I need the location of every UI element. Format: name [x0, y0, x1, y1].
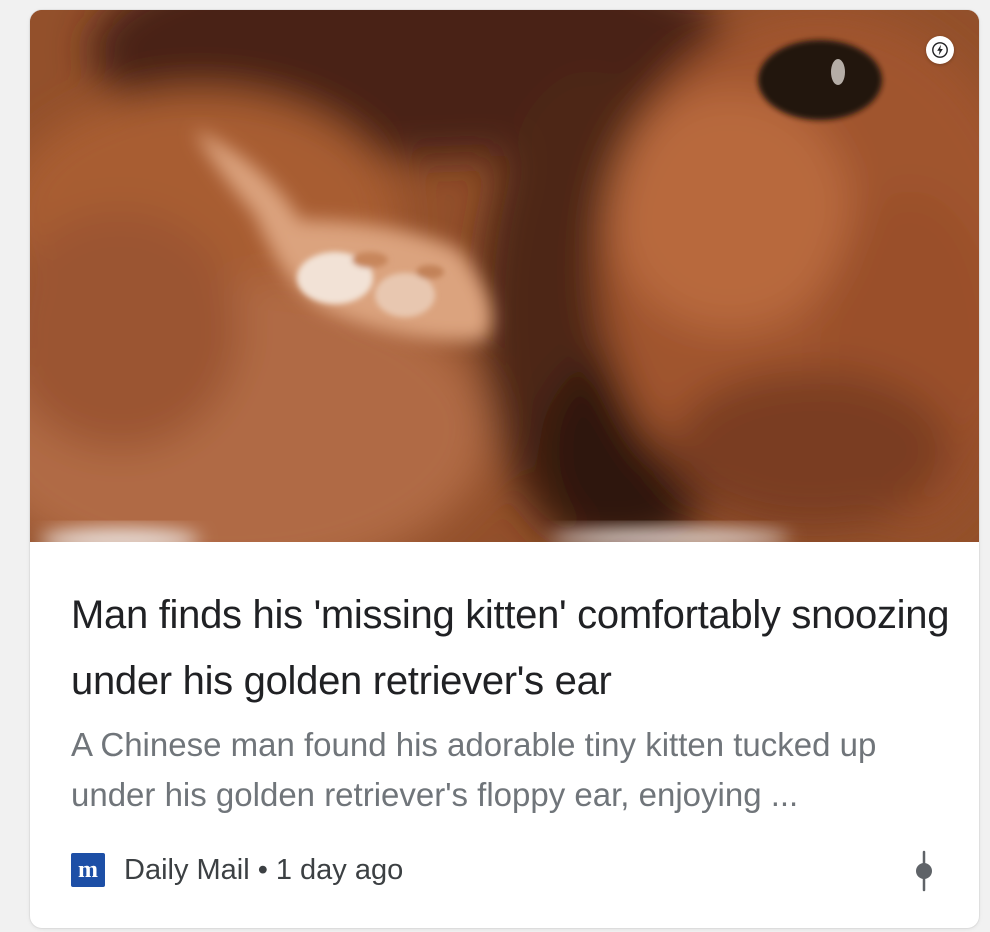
- more-vert-icon: [916, 850, 932, 892]
- article-source: m Daily Mail • 1 day ago: [71, 850, 403, 890]
- source-separator: •: [257, 853, 268, 886]
- news-card[interactable]: Man finds his 'missing kitten' comfortab…: [30, 10, 979, 928]
- article-snippet: A Chinese man found his adorable tiny ki…: [71, 726, 877, 813]
- source-name: Daily Mail: [124, 853, 250, 886]
- kitten-dog-photo: [30, 10, 979, 542]
- amp-lightning-icon: [926, 36, 954, 64]
- article-image[interactable]: [30, 10, 979, 542]
- article-time: 1 day ago: [275, 853, 404, 886]
- article-title[interactable]: Man finds his 'missing kitten' comfortab…: [71, 582, 951, 714]
- daily-mail-favicon-icon: m: [71, 853, 105, 887]
- more-options-button[interactable]: [909, 848, 939, 894]
